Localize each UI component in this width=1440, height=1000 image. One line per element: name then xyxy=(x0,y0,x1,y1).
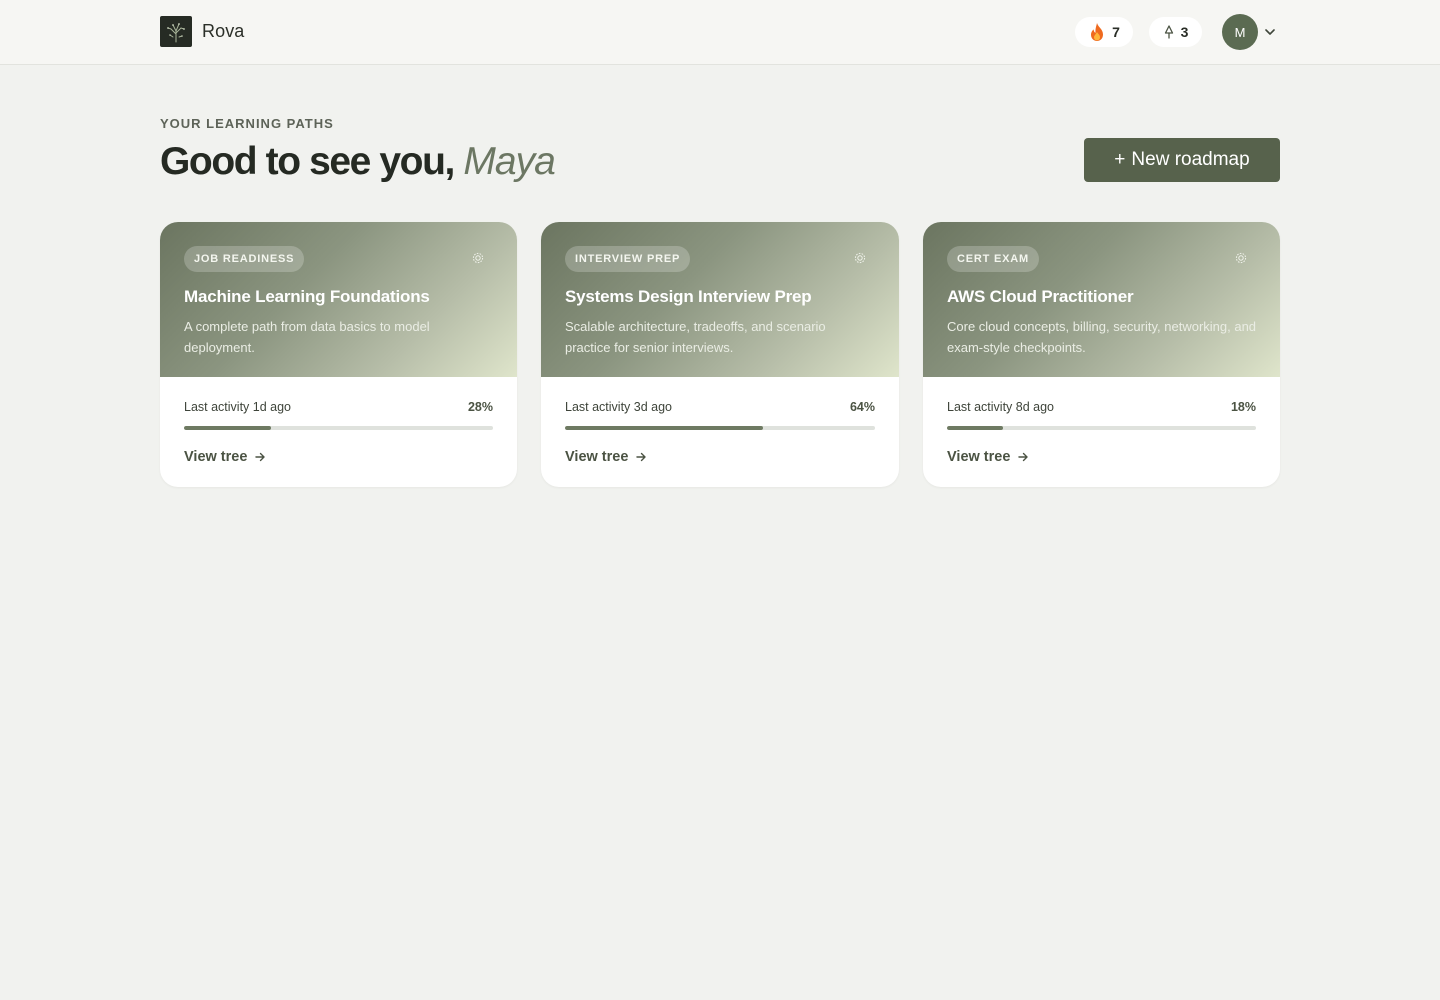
card-tag: CERT EXAM xyxy=(947,246,1039,272)
section-eyebrow: YOUR LEARNING PATHS xyxy=(160,116,334,131)
card-title: Machine Learning Foundations xyxy=(184,287,430,306)
view-tree-label: View tree xyxy=(947,449,1011,465)
progress-fill xyxy=(947,426,1003,430)
fire-icon xyxy=(1088,22,1106,42)
trees-count: 3 xyxy=(1180,24,1189,40)
settings-icon[interactable] xyxy=(471,251,485,265)
roadmap-card[interactable]: INTERVIEW PREP Systems Design Interview … xyxy=(541,222,899,487)
roadmap-card[interactable]: JOB READINESS Machine Learning Foundatio… xyxy=(160,222,517,487)
greeting-text: Good to see you, xyxy=(160,140,455,183)
progress-bar xyxy=(947,426,1256,430)
new-roadmap-label: New roadmap xyxy=(1131,149,1250,170)
avatar[interactable]: M xyxy=(1222,14,1258,50)
brand[interactable]: Rova xyxy=(160,16,244,47)
streak-badge[interactable]: 7 xyxy=(1075,17,1133,47)
card-tag: INTERVIEW PREP xyxy=(565,246,691,272)
card-description: Scalable architecture, tradeoffs, and sc… xyxy=(565,319,826,355)
view-tree-label: View tree xyxy=(565,449,629,465)
tree-logo-icon xyxy=(160,16,192,47)
view-tree-label: View tree xyxy=(184,449,248,465)
last-activity: Last activity 8d ago xyxy=(947,400,1055,414)
card-header: INTERVIEW PREP Systems Design Interview … xyxy=(541,222,899,377)
progress-percent: 28% xyxy=(467,400,493,414)
last-activity: Last activity 1d ago xyxy=(184,400,292,414)
tree-icon xyxy=(1163,25,1175,39)
card-description: A complete path from data basics to mode… xyxy=(184,319,430,355)
trees-badge[interactable]: 3 xyxy=(1149,17,1202,47)
progress-bar xyxy=(565,426,875,430)
view-tree-link[interactable]: View tree xyxy=(947,449,1029,465)
app-name: Rova xyxy=(202,21,245,41)
user-name: Maya xyxy=(463,140,555,183)
card-description: Core cloud concepts, billing, security, … xyxy=(947,319,1257,355)
progress-fill xyxy=(184,426,271,430)
card-title: Systems Design Interview Prep xyxy=(565,287,812,306)
card-header: CERT EXAM AWS Cloud Practitioner Core cl… xyxy=(923,222,1280,377)
card-header: JOB READINESS Machine Learning Foundatio… xyxy=(160,222,517,377)
arrow-right-icon xyxy=(254,451,266,463)
last-activity: Last activity 3d ago xyxy=(565,400,673,414)
page-title: Good to see you, Maya xyxy=(160,140,556,184)
plus-icon: + xyxy=(1114,149,1126,170)
progress-percent: 64% xyxy=(849,400,875,414)
settings-icon[interactable] xyxy=(853,251,867,265)
settings-icon[interactable] xyxy=(1234,251,1248,265)
view-tree-link[interactable]: View tree xyxy=(184,449,266,465)
new-roadmap-button[interactable]: + New roadmap xyxy=(1084,138,1280,182)
streak-count: 7 xyxy=(1112,24,1120,40)
top-bar: Rova 7 3 M xyxy=(0,0,1440,65)
roadmap-card[interactable]: CERT EXAM AWS Cloud Practitioner Core cl… xyxy=(923,222,1280,487)
arrow-right-icon xyxy=(1017,451,1029,463)
chevron-down-icon[interactable] xyxy=(1263,25,1277,39)
card-tag: JOB READINESS xyxy=(184,246,305,272)
arrow-right-icon xyxy=(635,451,647,463)
progress-bar xyxy=(184,426,493,430)
card-title: AWS Cloud Practitioner xyxy=(947,287,1134,306)
progress-percent: 18% xyxy=(1230,400,1256,414)
view-tree-link[interactable]: View tree xyxy=(565,449,647,465)
progress-fill xyxy=(565,426,764,430)
avatar-initial: M xyxy=(1234,24,1246,40)
